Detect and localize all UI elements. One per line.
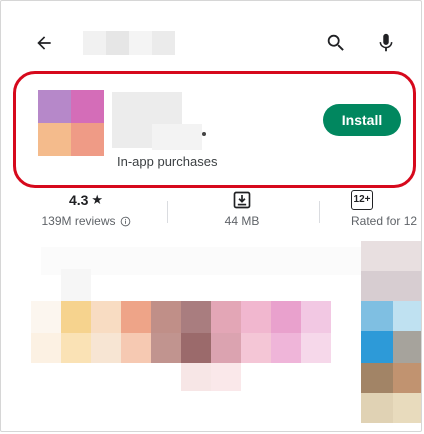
- app-header-card: In-app purchases Install: [13, 71, 416, 188]
- reviews-count: 139M reviews: [41, 214, 116, 228]
- app-name-obscured: [112, 92, 202, 152]
- content-rating-stat[interactable]: 12+ Rated for 12: [351, 189, 421, 228]
- star-icon: ★: [91, 192, 104, 207]
- rating-value: 4.3: [68, 192, 89, 208]
- top-app-bar: [1, 1, 421, 71]
- info-icon: [120, 216, 130, 226]
- stats-divider: [319, 201, 320, 223]
- download-size: 44 MB: [224, 214, 260, 228]
- in-app-purchases-label: In-app purchases: [117, 154, 218, 169]
- age-rating-badge: 12+: [351, 190, 373, 210]
- rating-stat[interactable]: 4.3 ★ 139M reviews: [36, 189, 136, 228]
- app-stats-row: 4.3 ★ 139M reviews 44 MB 12+ Rated for 1…: [1, 189, 421, 239]
- screenshots-carousel-obscured[interactable]: [1, 239, 421, 431]
- download-size-stat: 44 MB: [197, 189, 287, 228]
- search-icon: [327, 34, 344, 51]
- voice-search-button[interactable]: [371, 28, 401, 58]
- search-query-obscured[interactable]: [83, 31, 175, 55]
- install-button[interactable]: Install: [323, 104, 401, 136]
- age-rating-label: Rated for 12: [351, 214, 418, 228]
- app-icon[interactable]: [38, 90, 104, 156]
- search-button[interactable]: [321, 28, 351, 58]
- arrow-left-icon: [37, 36, 51, 50]
- app-name-period: [202, 132, 206, 136]
- app-details-screen: In-app purchases Install 4.3 ★ 139M revi…: [0, 0, 422, 432]
- microphone-icon: [379, 33, 393, 52]
- back-button[interactable]: [29, 28, 59, 58]
- download-icon: [233, 191, 251, 209]
- stats-divider: [167, 201, 168, 223]
